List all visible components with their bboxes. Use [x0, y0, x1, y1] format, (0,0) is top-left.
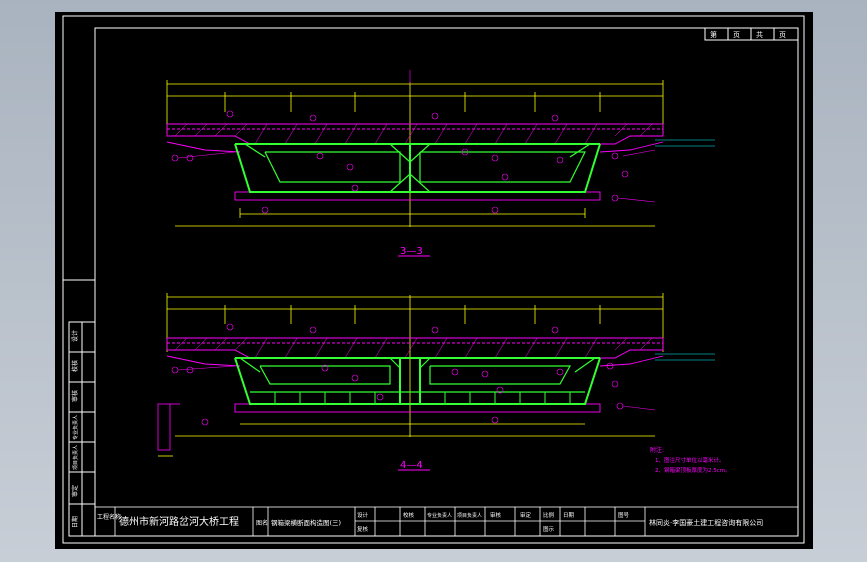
detail-stiffener [157, 403, 180, 457]
drawing-sheet: 第 页 共 页 设计 校核 审核 专业负责人 项目负责人 审定 日期 3—3 4… [55, 12, 813, 549]
header-drawing-no: 图号 [618, 511, 630, 519]
sheet-tag-3: 共 [756, 30, 763, 39]
left-col-label-7: 日期 [71, 516, 79, 528]
left-col-label-2: 校核 [71, 360, 79, 372]
section-4-4: 4—4 [157, 293, 715, 471]
header-specialty: 专业负责人 [427, 512, 452, 519]
section-3-3: 3—3 [166, 70, 715, 257]
hatch-3-3 [174, 123, 653, 145]
project-name: 德州市新河路岔河大桥工程 [119, 515, 239, 528]
dims-4-4-top [166, 293, 664, 437]
header-project-lead: 项目负责人 [457, 512, 482, 519]
section-4-4-label: 4—4 [400, 460, 423, 471]
note-1: 1、图注尺寸单位以毫米计。 [655, 456, 725, 464]
header-date: 日期 [563, 512, 575, 519]
left-col-label-3: 审核 [71, 390, 79, 402]
header-approve: 审定 [520, 511, 532, 519]
row2-recheck: 复核 [357, 525, 369, 533]
cyan-leaders-4-4 [655, 353, 715, 361]
sheet-tag-2: 页 [733, 31, 740, 39]
header-check: 校核 [403, 511, 415, 519]
sheet-tag-1: 第 [710, 30, 717, 39]
left-col-label-1: 设计 [71, 330, 79, 342]
company-name: 林同炎·李国豪土建工程咨询有限公司 [649, 518, 763, 527]
hatch-4-4 [174, 337, 653, 359]
header-design: 设计 [357, 511, 369, 519]
notes: 附注: 1、图注尺寸单位以毫米计。 2、钢箱梁顶板厚度为2.5cm。 [650, 446, 731, 474]
project-label: 工程名称 [97, 513, 121, 521]
left-signature-column: 设计 校核 审核 专业负责人 项目负责人 审定 日期 [63, 279, 96, 537]
notes-heading: 附注: [650, 446, 664, 454]
leaders-4-4 [171, 323, 656, 426]
left-col-label-6: 审定 [71, 485, 79, 497]
left-col-label-5: 项目负责人 [72, 445, 79, 470]
row2-legend: 图示 [543, 525, 555, 533]
steel-box-3-3 [234, 143, 601, 193]
header-review: 审核 [490, 511, 502, 519]
left-col-label-4: 专业负责人 [72, 415, 79, 440]
cad-drawing: 第 页 共 页 设计 校核 审核 专业负责人 项目负责人 审定 日期 3—3 4… [62, 15, 805, 544]
sheet-tag-4: 页 [779, 31, 786, 39]
cyan-leaders-3-3 [409, 70, 715, 147]
header-scale: 比例 [543, 511, 555, 519]
note-2: 2、钢箱梁顶板厚度为2.5cm。 [655, 466, 731, 474]
dims-3-3-top [166, 80, 664, 227]
drawing-name: 钢箱梁横断面构造图(三) [271, 518, 341, 527]
stiffeners-4-4 [274, 392, 571, 404]
title-block-text: 工程名称 德州市新河路岔河大桥工程 图名 钢箱梁横断面构造图(三) 设计 校核 … [97, 511, 763, 533]
section-3-3-label: 3—3 [400, 246, 423, 257]
sheet-tag: 第 页 共 页 [704, 27, 799, 41]
drawing-label: 图名 [256, 519, 268, 527]
